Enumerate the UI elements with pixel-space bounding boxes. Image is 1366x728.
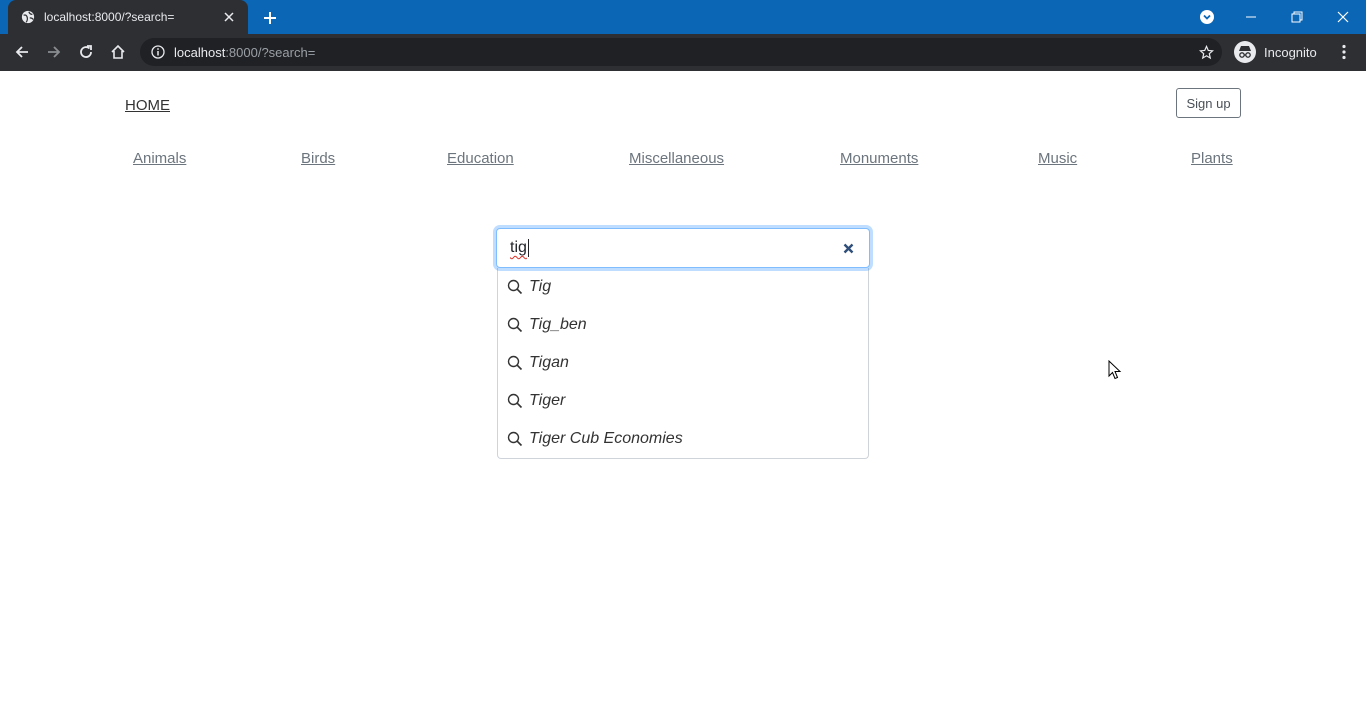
close-tab-icon[interactable]: [220, 8, 238, 26]
suggestion-item[interactable]: Tigan: [498, 344, 868, 382]
suggestion-item[interactable]: Tiger Cub Economies: [498, 420, 868, 458]
new-tab-icon[interactable]: [258, 6, 282, 30]
category-link-birds[interactable]: Birds: [301, 150, 335, 167]
suggestion-label: Tig_ben: [529, 316, 587, 333]
suggestion-label: Tiger: [529, 392, 566, 409]
text-caret: [527, 239, 529, 257]
search-icon: [506, 278, 524, 296]
incognito-icon: [1234, 41, 1256, 63]
kebab-menu-icon[interactable]: [1334, 40, 1354, 64]
search-input-value: tig: [510, 239, 527, 256]
close-window-icon[interactable]: [1320, 0, 1366, 34]
suggestion-item[interactable]: Tig: [498, 268, 868, 306]
search-icon: [506, 392, 524, 410]
browser-tabstrip: localhost:8000/?search=: [0, 0, 1366, 34]
category-link-plants[interactable]: Plants: [1191, 150, 1233, 167]
bookmark-star-icon[interactable]: [1198, 44, 1214, 60]
category-link-miscellaneous[interactable]: Miscellaneous: [629, 150, 724, 167]
home-link[interactable]: HOME: [125, 97, 170, 114]
page-content: HOME Sign up Animals Birds Education Mis…: [0, 71, 1366, 728]
mouse-cursor-icon: [1108, 360, 1122, 380]
restore-icon[interactable]: [1274, 0, 1320, 34]
search-autocomplete: tig Tig Tig_ben Tigan Tiger Tiger Cub Ec…: [496, 228, 870, 459]
suggestion-label: Tig: [529, 278, 552, 295]
search-icon: [506, 316, 524, 334]
back-icon[interactable]: [8, 38, 36, 66]
category-link-animals[interactable]: Animals: [133, 150, 186, 167]
tab-search-icon[interactable]: [1184, 0, 1230, 34]
incognito-profile[interactable]: Incognito: [1234, 40, 1317, 64]
suggestion-label: Tiger Cub Economies: [529, 430, 683, 447]
search-icon: [506, 354, 524, 372]
category-link-monuments[interactable]: Monuments: [840, 150, 918, 167]
category-link-education[interactable]: Education: [447, 150, 514, 167]
forward-icon[interactable]: [40, 38, 68, 66]
search-input[interactable]: tig: [496, 228, 870, 268]
reload-icon[interactable]: [72, 38, 100, 66]
suggestion-item[interactable]: Tiger: [498, 382, 868, 420]
browser-toolbar: localhost:8000/?search= Incognito: [0, 34, 1366, 71]
suggestion-item[interactable]: Tig_ben: [498, 306, 868, 344]
info-icon[interactable]: [150, 44, 166, 60]
minimize-icon[interactable]: [1228, 0, 1274, 34]
home-icon[interactable]: [104, 38, 132, 66]
clear-search-icon[interactable]: [841, 241, 855, 255]
address-bar[interactable]: localhost:8000/?search=: [140, 38, 1222, 66]
search-icon: [506, 430, 524, 448]
suggestion-list: Tig Tig_ben Tigan Tiger Tiger Cub Econom…: [497, 268, 869, 459]
category-link-music[interactable]: Music: [1038, 150, 1077, 167]
globe-icon: [20, 9, 36, 25]
sign-up-button[interactable]: Sign up: [1176, 88, 1241, 118]
url-host: localhost: [174, 44, 226, 60]
tab-title: localhost:8000/?search=: [44, 10, 175, 24]
incognito-label: Incognito: [1264, 44, 1317, 60]
url-path: :8000/?search=: [225, 44, 316, 60]
suggestion-label: Tigan: [529, 354, 569, 371]
browser-tab[interactable]: localhost:8000/?search=: [8, 0, 248, 34]
